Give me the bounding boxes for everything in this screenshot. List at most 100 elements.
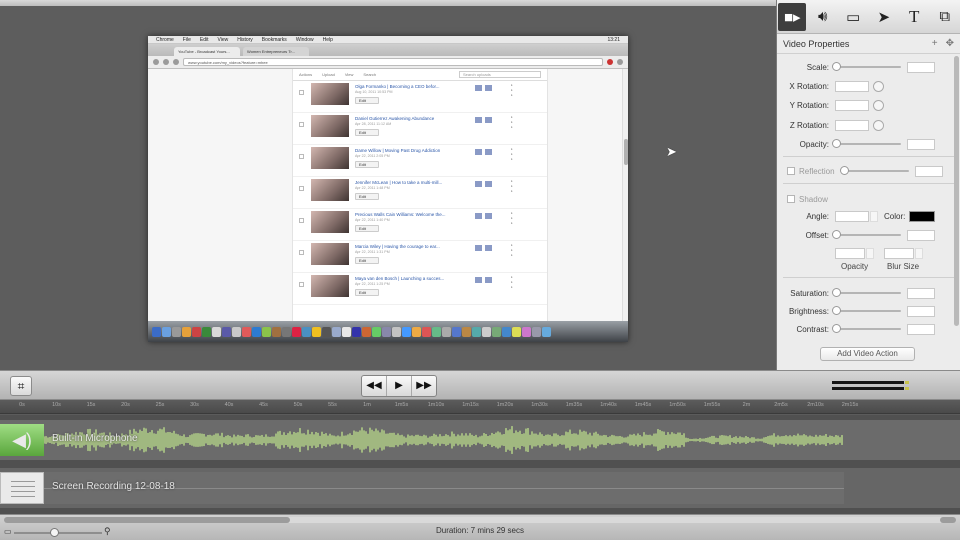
fast-forward-button[interactable]: ▶▶: [412, 376, 436, 396]
brightness-knob[interactable]: [832, 306, 841, 315]
video-checkbox: [299, 186, 304, 191]
timeline-ruler[interactable]: 0s 10s 15s 20s 25s 30s 40s 45s 50s 55s 1m 1m5s 1m10s…: [0, 400, 960, 414]
timeline-scrollbar[interactable]: [4, 517, 956, 523]
offset-field[interactable]: [907, 229, 935, 241]
angle-stepper[interactable]: [870, 210, 878, 222]
ruler-tick-label: 2m15s: [841, 402, 859, 408]
saturation-knob[interactable]: [832, 288, 841, 297]
x-rotation-row: X Rotation:: [777, 78, 960, 94]
shadow-opacity-field[interactable]: [835, 247, 865, 259]
shadow-checkbox[interactable]: [787, 195, 795, 203]
video-title: Precious Walls Cain Williams: Welcome th…: [355, 212, 446, 217]
saturation-slider[interactable]: [832, 288, 901, 297]
ruler-tick-label: 10s: [52, 402, 61, 408]
reflection-slider[interactable]: [840, 166, 909, 175]
annotation-icon[interactable]: ⧉: [931, 3, 959, 31]
opacity-label: Opacity:: [799, 139, 829, 149]
inspector-panel: ■▸ 🔊︎ ▭ ➤ T ⧉ Video Properties + ✥ Scale…: [776, 0, 960, 370]
audio-track[interactable]: ◀) Built-in Microphone: [0, 420, 960, 460]
brightness-slider[interactable]: [832, 306, 901, 315]
timeline-scroll-end[interactable]: [940, 517, 956, 523]
blur-size-field[interactable]: [884, 247, 914, 259]
reflection-field[interactable]: [915, 165, 943, 177]
x-rotation-dial[interactable]: [873, 80, 884, 92]
z-rotation-dial[interactable]: [873, 119, 884, 131]
reflection-checkbox[interactable]: [787, 167, 795, 175]
shadow-opacity-stepper[interactable]: [866, 247, 874, 259]
actions-menu: Actions: [299, 72, 313, 77]
menu-help: Help: [322, 36, 333, 43]
audio-waveform[interactable]: [44, 424, 844, 456]
pointer-icon[interactable]: ➤: [870, 3, 898, 31]
y-rotation-dial[interactable]: [873, 99, 884, 111]
ruler-tick-label: 1m: [363, 402, 371, 408]
timeline-scroll-thumb[interactable]: [4, 517, 290, 523]
video-action-icon: [475, 149, 482, 155]
video-properties-title: Video Properties: [783, 38, 850, 49]
add-video-action-button[interactable]: Add Video Action: [820, 347, 915, 361]
x-rotation-field[interactable]: [835, 80, 869, 92]
search-menu: Search: [363, 72, 377, 77]
mac-dock: [148, 321, 628, 342]
move-icon[interactable]: ✥: [946, 38, 954, 49]
ruler-tick-label: 1m35s: [565, 402, 583, 408]
scale-knob[interactable]: [832, 62, 841, 71]
browser-tab-women: Women Entrepreneurs Tr...: [243, 47, 309, 56]
video-title: Maya van den Bosch | Launching a succes.…: [355, 276, 445, 281]
video-action-icon: [475, 117, 482, 123]
video-thumbnail: [311, 243, 349, 265]
dock-app-icon: [182, 326, 191, 337]
video-edit-button: Edit: [355, 225, 379, 232]
add-icon[interactable]: +: [932, 38, 938, 49]
video-action-icon: [485, 245, 492, 251]
opacity-knob[interactable]: [832, 139, 841, 148]
video-date: Apr 28, 2011 11:12 AM: [355, 122, 392, 126]
contrast-knob[interactable]: [832, 324, 841, 333]
contrast-row: Contrast:: [777, 321, 960, 337]
scale-field[interactable]: [907, 61, 935, 73]
screen-recording-preview[interactable]: Chrome File Edit View History Bookmarks …: [148, 36, 628, 342]
screen-icon[interactable]: ▭: [839, 3, 867, 31]
video-action-icon: [485, 277, 492, 283]
video-thumbnail: [311, 275, 349, 297]
opacity-slider[interactable]: [832, 139, 901, 148]
reflection-knob[interactable]: [840, 166, 849, 175]
angle-field[interactable]: [835, 210, 869, 222]
transport-bar: ⌗ ◀◀ ▶ ▶▶: [0, 370, 960, 400]
y-rotation-field[interactable]: [835, 99, 869, 111]
video-camera-icon[interactable]: ■▸: [778, 2, 807, 31]
crop-icon[interactable]: ⌗: [10, 376, 32, 396]
inspector-scrollbar[interactable]: [954, 56, 959, 326]
offset-slider[interactable]: [832, 230, 901, 239]
rewind-button[interactable]: ◀◀: [362, 376, 387, 396]
shadow-offset-row: Offset:: [777, 227, 960, 243]
play-button[interactable]: ▶: [387, 376, 412, 396]
text-icon[interactable]: T: [900, 3, 928, 31]
video-track[interactable]: Screen Recording 12-08-18: [0, 468, 960, 508]
shadow-opacity-blur-row: [777, 245, 960, 261]
shadow-color-well[interactable]: [909, 210, 936, 222]
dock-app-icon: [502, 326, 511, 337]
saturation-field[interactable]: [907, 287, 935, 299]
blur-size-stepper[interactable]: [915, 247, 923, 259]
z-rotation-field[interactable]: [835, 119, 869, 131]
back-icon: [153, 59, 159, 65]
ruler-tick-label: 2m: [742, 402, 751, 408]
dock-app-icon: [442, 326, 451, 337]
ruler-tick-label: 0s: [19, 402, 25, 408]
ruler-tick-label: 1m40s: [600, 402, 617, 408]
brightness-field[interactable]: [907, 305, 935, 317]
microphone-track-icon: ◀): [0, 424, 44, 456]
scale-slider[interactable]: [832, 62, 901, 71]
ruler-tick-label: 1m55s: [703, 402, 721, 408]
contrast-slider[interactable]: [832, 324, 901, 333]
offset-knob[interactable]: [832, 230, 841, 239]
contrast-field[interactable]: [907, 323, 935, 335]
opacity-field[interactable]: [907, 138, 935, 150]
video-checkbox: [299, 218, 304, 223]
dock-app-icon: [432, 326, 441, 337]
preview-canvas[interactable]: Chrome File Edit View History Bookmarks …: [0, 6, 776, 370]
dock-app-icon: [452, 326, 461, 337]
inspector-scroll-thumb[interactable]: [954, 56, 959, 326]
speaker-icon[interactable]: 🔊︎: [809, 3, 837, 31]
